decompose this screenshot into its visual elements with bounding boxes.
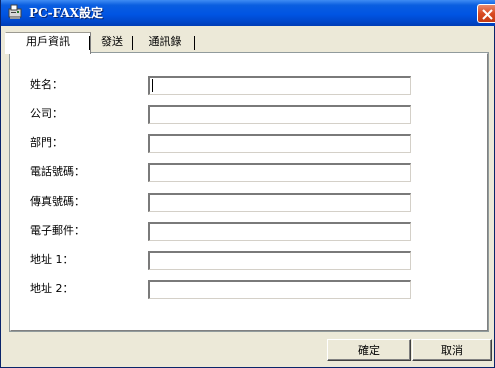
pc-fax-settings-window: PC-FAX設定 用戶資訊 發送 通訊錄 姓名： 公司： 部門： 電話號碼： 傳… xyxy=(0,0,495,368)
address-2-field[interactable] xyxy=(148,280,411,299)
text-cursor xyxy=(152,79,153,92)
address-2-label: 地址 2： xyxy=(30,282,74,295)
close-icon xyxy=(482,9,493,20)
window-title: PC-FAX設定 xyxy=(29,6,103,20)
title-bar[interactable]: PC-FAX設定 xyxy=(1,0,495,26)
tab-label: 通訊錄 xyxy=(148,35,182,48)
fax-icon xyxy=(7,4,23,20)
fax-number-field[interactable] xyxy=(148,193,411,212)
phone-number-field[interactable] xyxy=(148,163,411,182)
email-field[interactable] xyxy=(148,222,411,241)
name-field[interactable] xyxy=(148,76,411,95)
company-field[interactable] xyxy=(148,105,411,124)
fax-number-label: 傳真號碼： xyxy=(30,195,85,208)
tab-label: 發送 xyxy=(101,35,123,48)
tab-separator xyxy=(132,36,133,50)
tab-address-book[interactable]: 通訊錄 xyxy=(135,33,195,53)
tab-send[interactable]: 發送 xyxy=(91,33,133,53)
ok-button[interactable]: 確定 xyxy=(327,339,411,361)
company-label: 公司： xyxy=(30,107,63,120)
tab-separator xyxy=(194,36,195,50)
address-1-label: 地址 1： xyxy=(30,253,74,266)
phone-number-label: 電話號碼： xyxy=(30,165,85,178)
tab-user-info[interactable]: 用戶資訊 xyxy=(5,32,91,54)
tab-label: 用戶資訊 xyxy=(26,35,70,48)
email-label: 電子郵件： xyxy=(30,224,85,237)
address-1-field[interactable] xyxy=(148,251,411,270)
tab-separator xyxy=(89,36,90,50)
department-field[interactable] xyxy=(148,134,411,153)
name-label: 姓名： xyxy=(30,78,63,91)
department-label: 部門： xyxy=(30,136,63,149)
close-button[interactable] xyxy=(477,4,495,23)
cancel-button[interactable]: 取消 xyxy=(412,339,492,361)
